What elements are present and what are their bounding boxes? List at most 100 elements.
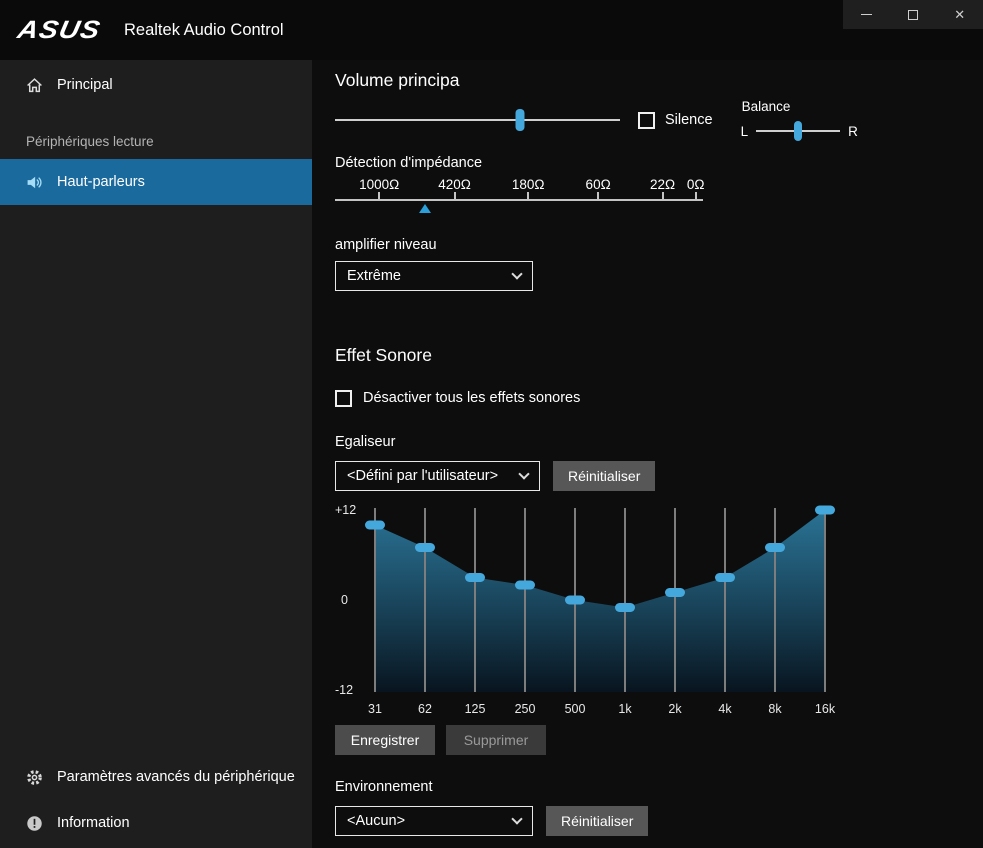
equalizer-save-button[interactable]: Enregistrer — [335, 725, 435, 755]
environment-select[interactable]: <Aucun> — [335, 806, 533, 836]
main-panel: Volume principa Silence Balance L — [312, 60, 983, 848]
silence-label: Silence — [665, 112, 713, 128]
impedance-tick-mark — [454, 192, 456, 200]
eq-frequency-label: 2k — [650, 702, 700, 716]
volume-row: Silence Balance L R — [335, 105, 983, 135]
disable-effects-row: Désactiver tous les effets sonores — [335, 388, 983, 408]
impedance-tick-label: 1000Ω — [359, 177, 399, 192]
sidebar-item-information[interactable]: Information — [0, 800, 312, 846]
volume-slider-handle[interactable] — [516, 109, 525, 131]
sidebar-item-label: Paramètres avancés du périphérique — [57, 769, 295, 785]
amplifier-level-label: amplifier niveau — [335, 237, 983, 253]
amplifier-level-value: Extrême — [347, 268, 401, 284]
impedance-scale[interactable]: 1000Ω 420Ω 180Ω 60Ω 22Ω 0Ω — [335, 177, 703, 221]
sidebar-item-label: Principal — [57, 77, 113, 93]
impedance-tick-mark — [527, 192, 529, 200]
environment-reset-button[interactable]: Réinitialiser — [546, 806, 648, 836]
maximize-button[interactable] — [890, 0, 937, 29]
maximize-icon — [908, 10, 918, 20]
eq-band-handle-250[interactable] — [515, 581, 535, 590]
eq-frequency-label: 4k — [700, 702, 750, 716]
chevron-down-icon — [511, 813, 522, 824]
balance-label: Balance — [741, 99, 858, 114]
eq-band-handle-31[interactable] — [365, 521, 385, 530]
disable-all-effects-label: Désactiver tous les effets sonores — [363, 390, 580, 406]
window-controls: ✕ — [843, 0, 983, 29]
impedance-tick-label: 22Ω — [650, 177, 675, 192]
minimize-icon — [861, 14, 872, 16]
gear-icon — [26, 769, 43, 786]
disable-all-effects-checkbox[interactable] — [335, 390, 352, 407]
silence-checkbox[interactable] — [638, 112, 655, 129]
eq-band-handle-500[interactable] — [565, 596, 585, 605]
equalizer-preset-select[interactable]: <Défini par l'utilisateur> — [335, 461, 540, 491]
home-icon — [26, 77, 43, 94]
sidebar-item-principal[interactable]: Principal — [0, 62, 312, 108]
eq-frequency-label: 8k — [750, 702, 800, 716]
eq-frequency-label: 62 — [400, 702, 450, 716]
eq-frequency-labels: 31621252505001k2k4k8k16k — [335, 702, 870, 716]
asus-logo: ASUS — [15, 16, 124, 45]
sidebar-bottom: Paramètres avancés du périphérique Infor… — [0, 754, 312, 846]
silence-group: Silence — [638, 112, 713, 129]
sidebar-section-playback-devices: Périphériques lecture — [0, 134, 312, 149]
impedance-tick-label: 180Ω — [512, 177, 545, 192]
impedance-tick-mark — [695, 192, 697, 200]
equalizer-controls: <Défini par l'utilisateur> Réinitialiser — [335, 461, 983, 491]
balance-group: Balance L R — [741, 99, 858, 141]
close-button[interactable]: ✕ — [936, 0, 983, 29]
eq-frequency-label: 16k — [800, 702, 850, 716]
impedance-tick-label: 0Ω — [687, 177, 705, 192]
environment-label: Environnement — [335, 779, 983, 795]
close-icon: ✕ — [954, 8, 965, 21]
sidebar-item-label: Haut-parleurs — [57, 174, 145, 190]
info-icon — [26, 815, 43, 832]
equalizer-buttons: Enregistrer Supprimer — [335, 725, 983, 755]
realtek-audio-control-window: ASUS Realtek Audio Control ✕ Principal P… — [0, 0, 983, 848]
titlebar: ASUS Realtek Audio Control ✕ — [0, 0, 983, 60]
impedance-heading: Détection d'impédance — [335, 155, 983, 171]
equalizer-label: Egaliseur — [335, 434, 983, 450]
equalizer-delete-button[interactable]: Supprimer — [446, 725, 546, 755]
impedance-tick-mark — [378, 192, 380, 200]
eq-frequency-label: 500 — [550, 702, 600, 716]
sidebar-item-label: Information — [57, 815, 130, 831]
minimize-button[interactable] — [843, 0, 890, 29]
equalizer-graph: +12 0 -12 — [335, 500, 870, 700]
impedance-tick-label: 420Ω — [438, 177, 471, 192]
window-title: Realtek Audio Control — [124, 21, 284, 40]
equalizer-curve-fill — [375, 510, 825, 692]
volume-slider-track[interactable] — [335, 119, 620, 121]
sidebar-item-advanced-settings[interactable]: Paramètres avancés du périphérique — [0, 754, 312, 800]
eq-band-handle-2k[interactable] — [665, 588, 685, 597]
equalizer-reset-button[interactable]: Réinitialiser — [553, 461, 655, 491]
eq-band-handle-62[interactable] — [415, 543, 435, 552]
eq-frequency-label: 250 — [500, 702, 550, 716]
eq-frequency-label: 1k — [600, 702, 650, 716]
impedance-tick-mark — [662, 192, 664, 200]
eq-frequency-label: 125 — [450, 702, 500, 716]
sidebar-item-speakers[interactable]: Haut-parleurs — [0, 159, 312, 205]
speaker-icon — [26, 174, 43, 191]
impedance-tick-mark — [597, 192, 599, 200]
amplifier-level-select[interactable]: Extrême — [335, 261, 533, 291]
eq-band-handle-1k[interactable] — [615, 603, 635, 612]
balance-slider-handle[interactable] — [794, 121, 802, 141]
sidebar: Principal Périphériques lecture Haut-par… — [0, 60, 312, 848]
impedance-scale-line — [335, 199, 703, 201]
equalizer-preset-value: <Défini par l'utilisateur> — [347, 468, 498, 484]
eq-band-handle-16k[interactable] — [815, 506, 835, 515]
eq-band-handle-8k[interactable] — [765, 543, 785, 552]
balance-right-label: R — [848, 124, 858, 139]
environment-value: <Aucun> — [347, 813, 405, 829]
eq-band-handle-125[interactable] — [465, 573, 485, 582]
chevron-down-icon — [518, 468, 529, 479]
balance-slider[interactable] — [756, 121, 840, 141]
environment-row: <Aucun> Réinitialiser — [335, 806, 983, 836]
impedance-indicator-triangle — [419, 204, 431, 213]
eq-band-handle-4k[interactable] — [715, 573, 735, 582]
impedance-tick-label: 60Ω — [586, 177, 611, 192]
equalizer-graph-svg — [335, 500, 870, 700]
volume-slider[interactable] — [335, 109, 620, 131]
balance-left-label: L — [741, 124, 749, 139]
